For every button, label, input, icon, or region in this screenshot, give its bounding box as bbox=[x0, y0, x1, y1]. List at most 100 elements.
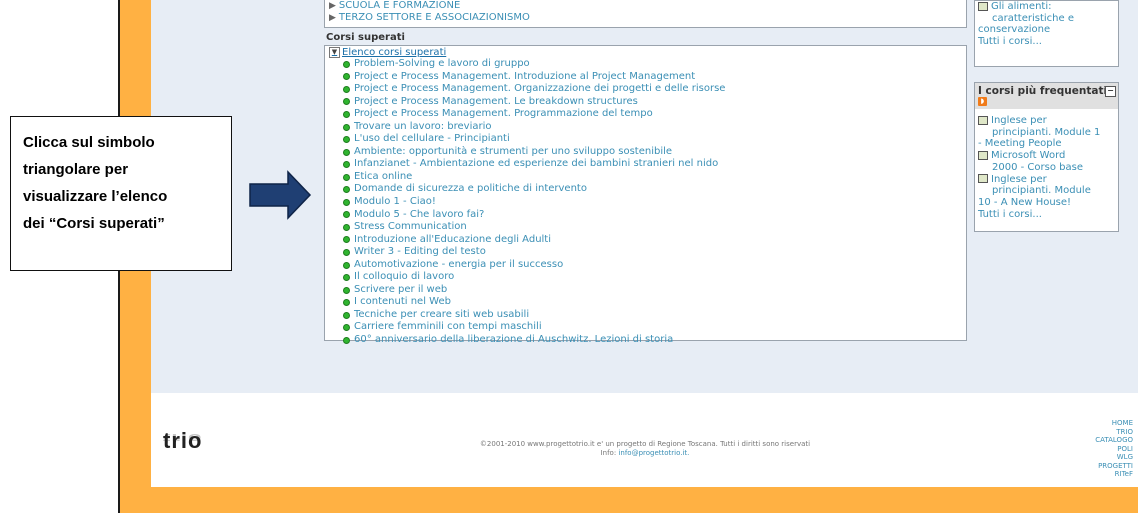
course-link[interactable]: Automotivazione - energia per il success… bbox=[354, 259, 563, 272]
course-item[interactable]: 60° anniversario della liberazione di Au… bbox=[329, 334, 962, 347]
section-title: Corsi superati bbox=[326, 32, 405, 43]
course-item[interactable]: Introduzione all'Educazione degli Adulti bbox=[329, 234, 962, 247]
green-bullet-icon bbox=[343, 198, 350, 206]
course-link[interactable]: Introduzione all'Educazione degli Adulti bbox=[354, 234, 551, 247]
course-link[interactable]: L'uso del cellulare - Principianti bbox=[354, 133, 510, 146]
footer-link-catalogo[interactable]: CATALOGO bbox=[1095, 436, 1133, 445]
sidebar-course-line[interactable]: caratteristiche e bbox=[978, 13, 1115, 25]
footer-link-ritef[interactable]: RITeF bbox=[1095, 470, 1133, 479]
frequent-course-link[interactable]: Inglese per bbox=[991, 115, 1047, 126]
course-link[interactable]: Project e Process Management. Programmaz… bbox=[354, 108, 653, 121]
trio-logo: trio trio bbox=[163, 428, 202, 454]
course-link[interactable]: Infanzianet - Ambientazione ed esperienz… bbox=[354, 158, 718, 171]
course-link[interactable]: Carriere femminili con tempi maschili bbox=[354, 321, 542, 334]
document-icon bbox=[978, 150, 988, 160]
course-link[interactable]: Domande di sicurezza e politiche di inte… bbox=[354, 183, 587, 196]
course-link[interactable]: Project e Process Management. Organizzaz… bbox=[354, 83, 725, 96]
document-icon bbox=[978, 1, 988, 11]
course-link[interactable]: Trovare un lavoro: breviario bbox=[354, 121, 492, 134]
all-courses-link[interactable]: Tutti i corsi... bbox=[978, 36, 1115, 48]
course-item[interactable]: Ambiente: opportunità e strumenti per un… bbox=[329, 146, 962, 159]
course-item[interactable]: I contenuti nel Web bbox=[329, 296, 962, 309]
course-item[interactable]: Domande di sicurezza e politiche di inte… bbox=[329, 183, 962, 196]
category-item[interactable]: ▶ SCUOLA E FORMAZIONE bbox=[329, 0, 962, 12]
triangle-toggle-icon[interactable]: ▼ bbox=[329, 47, 340, 58]
course-item[interactable]: Automotivazione - energia per il success… bbox=[329, 259, 962, 272]
course-item[interactable]: Modulo 1 - Ciao! bbox=[329, 196, 962, 209]
course-item[interactable]: Il colloquio di lavoro bbox=[329, 271, 962, 284]
green-bullet-icon bbox=[343, 186, 350, 194]
copyright-text: ©2001-2010 www.progettotrio.it e' un pro… bbox=[479, 440, 811, 448]
triangle-right-icon: ▶ bbox=[329, 1, 336, 11]
course-link[interactable]: Il colloquio di lavoro bbox=[354, 271, 454, 284]
course-item[interactable]: Project e Process Management. Introduzio… bbox=[329, 71, 962, 84]
category-link[interactable]: TERZO SETTORE E ASSOCIAZIONISMO bbox=[339, 12, 530, 23]
frequent-courses-header: I corsi più frequentati − ◗ bbox=[975, 83, 1118, 109]
frequent-course-link[interactable]: Inglese per bbox=[991, 174, 1047, 185]
frequent-course-line[interactable]: principianti. Module 1 bbox=[978, 127, 1115, 139]
green-bullet-icon bbox=[343, 274, 350, 282]
footer-link-poli[interactable]: POLI bbox=[1095, 445, 1133, 454]
green-bullet-icon bbox=[343, 123, 350, 131]
course-item[interactable]: Problem-Solving e lavoro di gruppo bbox=[329, 58, 962, 71]
callout-line: visualizzare l’elenco bbox=[23, 188, 168, 205]
frequent-course-line[interactable]: - Meeting People bbox=[978, 138, 1115, 150]
course-item[interactable]: Project e Process Management. Organizzaz… bbox=[329, 83, 962, 96]
collapse-icon[interactable]: − bbox=[1105, 86, 1116, 97]
course-link[interactable]: Writer 3 - Editing del testo bbox=[354, 246, 486, 259]
footer-link-wlg[interactable]: WLG bbox=[1095, 453, 1133, 462]
callout-line: triangolare per bbox=[23, 161, 129, 178]
green-bullet-icon bbox=[343, 148, 350, 156]
course-item[interactable]: Scrivere per il web bbox=[329, 284, 962, 297]
course-link[interactable]: 60° anniversario della liberazione di Au… bbox=[354, 334, 673, 347]
frequent-course-line[interactable]: 2000 - Corso base bbox=[978, 162, 1115, 174]
course-item[interactable]: Modulo 5 - Che lavoro fai? bbox=[329, 209, 962, 222]
main-column: ▶ SCUOLA E FORMAZIONE ▶ TERZO SETTORE E AS… bbox=[324, 0, 967, 345]
frequent-course-line[interactable]: principianti. Module bbox=[978, 185, 1115, 197]
category-item[interactable]: ▶ TERZO SETTORE E ASSOCIAZIONISMO bbox=[329, 12, 962, 24]
course-link[interactable]: Stress Communication bbox=[354, 221, 467, 234]
footer-link-progetti[interactable]: PROGETTI bbox=[1095, 462, 1133, 471]
course-link[interactable]: Problem-Solving e lavoro di gruppo bbox=[354, 58, 530, 71]
course-item[interactable]: Project e Process Management. Programmaz… bbox=[329, 108, 962, 121]
green-bullet-icon bbox=[343, 110, 350, 118]
course-item[interactable]: Carriere femminili con tempi maschili bbox=[329, 321, 962, 334]
sidebar-course-link[interactable]: Gli alimenti: bbox=[991, 1, 1051, 12]
sidebar-course[interactable]: Gli alimenti: bbox=[978, 1, 1115, 13]
callout-line: dei “Corsi superati” bbox=[23, 215, 165, 232]
green-bullet-icon bbox=[343, 286, 350, 294]
info-email-link[interactable]: info@progettotrio.it. bbox=[618, 449, 689, 457]
course-item[interactable]: Infanzianet - Ambientazione ed esperienz… bbox=[329, 158, 962, 171]
info-label: Info: bbox=[600, 449, 617, 457]
course-link[interactable]: Etica online bbox=[354, 171, 412, 184]
rss-icon[interactable]: ◗ bbox=[978, 97, 987, 106]
frequent-course[interactable]: Inglese per bbox=[978, 115, 1115, 127]
course-item[interactable]: Trovare un lavoro: breviario bbox=[329, 121, 962, 134]
course-link[interactable]: Project e Process Management. Introduzio… bbox=[354, 71, 695, 84]
sidebar-course-line[interactable]: conservazione bbox=[978, 24, 1115, 36]
category-link[interactable]: SCUOLA E FORMAZIONE bbox=[339, 0, 460, 11]
green-bullet-icon bbox=[343, 248, 350, 256]
course-item[interactable]: Stress Communication bbox=[329, 221, 962, 234]
course-list-header[interactable]: ▼ Elenco corsi superati bbox=[329, 47, 962, 58]
course-link[interactable]: Scrivere per il web bbox=[354, 284, 447, 297]
course-link[interactable]: Tecniche per creare siti web usabili bbox=[354, 309, 529, 322]
course-item[interactable]: Etica online bbox=[329, 171, 962, 184]
course-item[interactable]: L'uso del cellulare - Principianti bbox=[329, 133, 962, 146]
course-list-header-link[interactable]: Elenco corsi superati bbox=[342, 47, 446, 58]
course-link[interactable]: Ambiente: opportunità e strumenti per un… bbox=[354, 146, 672, 159]
frequent-course[interactable]: Microsoft Word bbox=[978, 150, 1115, 162]
course-link[interactable]: I contenuti nel Web bbox=[354, 296, 451, 309]
course-item[interactable]: Writer 3 - Editing del testo bbox=[329, 246, 962, 259]
course-link[interactable]: Modulo 1 - Ciao! bbox=[354, 196, 436, 209]
frequent-course-line[interactable]: 10 - A New House! bbox=[978, 197, 1115, 209]
footer-link-home[interactable]: HOME bbox=[1095, 419, 1133, 428]
footer-link-trio[interactable]: TRIO bbox=[1095, 428, 1133, 437]
course-item[interactable]: Project e Process Management. Le breakdo… bbox=[329, 96, 962, 109]
frequent-course-link[interactable]: Microsoft Word bbox=[991, 150, 1065, 161]
frequent-course[interactable]: Inglese per bbox=[978, 174, 1115, 186]
course-item[interactable]: Tecniche per creare siti web usabili bbox=[329, 309, 962, 322]
course-link[interactable]: Modulo 5 - Che lavoro fai? bbox=[354, 209, 484, 222]
course-link[interactable]: Project e Process Management. Le breakdo… bbox=[354, 96, 638, 109]
all-courses-link[interactable]: Tutti i corsi... bbox=[978, 209, 1115, 221]
